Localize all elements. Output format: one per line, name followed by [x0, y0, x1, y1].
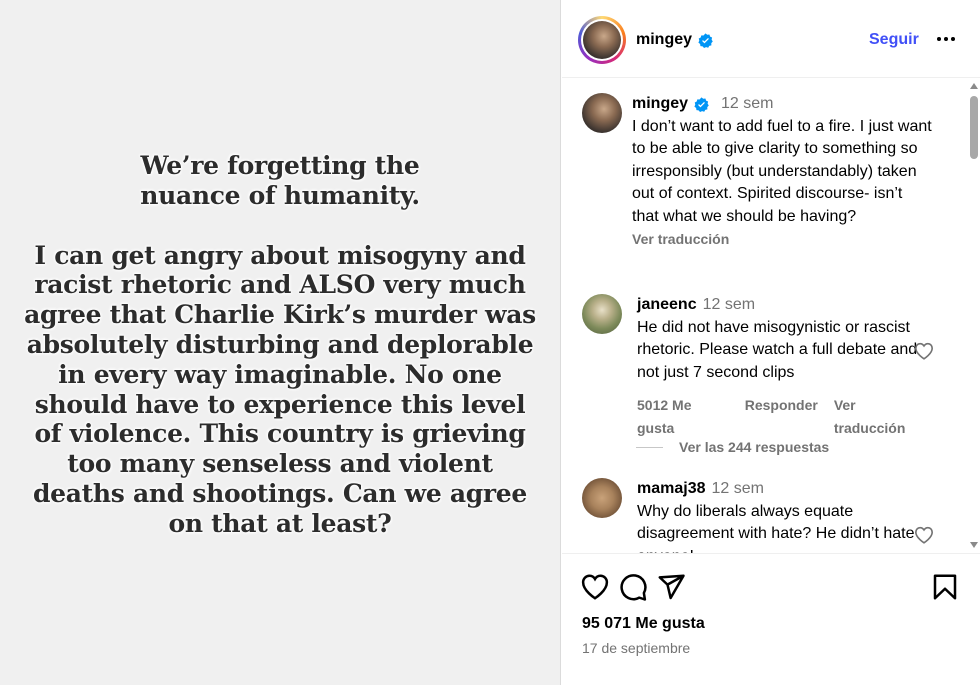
like-comment-icon[interactable] [914, 342, 934, 360]
scroll-thumb[interactable] [970, 96, 978, 159]
comment-icon[interactable] [618, 572, 648, 602]
share-icon[interactable] [656, 572, 686, 602]
comment-time[interactable]: 12 sem [712, 478, 764, 501]
verified-badge-icon [698, 32, 713, 48]
follow-button[interactable]: Seguir [869, 31, 919, 49]
post-image[interactable]: We’re forgetting the nuance of humanity.… [0, 0, 561, 685]
post-side-panel: mingey Seguir mingey 12 sem I don’t want… [562, 0, 980, 685]
reply-button[interactable]: Responder [745, 394, 818, 439]
caption-time[interactable]: 12 sem [721, 93, 773, 116]
image-text-body: I can get angry about misogyny and racis… [24, 240, 536, 538]
comments-scrollbar[interactable] [967, 79, 980, 553]
post-date[interactable]: 17 de septiembre [582, 640, 690, 656]
post-header: mingey Seguir [562, 0, 980, 78]
comment-text: He did not have misogynistic or rascist … [637, 318, 918, 381]
bookmark-icon[interactable] [930, 572, 960, 602]
image-text-heading: We’re forgetting the nuance of humanity. [140, 151, 420, 210]
view-replies-button[interactable]: Ver las 244 respuestas [636, 439, 829, 455]
post-likes-count[interactable]: 95 071 Me gusta [582, 615, 705, 633]
post-image-text: We’re forgetting the nuance of humanity.… [20, 151, 540, 539]
caption-username[interactable]: mingey [632, 93, 688, 116]
caption-text: I don’t want to add fuel to a fire. I ju… [632, 117, 932, 225]
author-username-row: mingey [636, 31, 713, 49]
comment-username[interactable]: mamaj38 [637, 478, 706, 501]
comment-text: Why do liberals always equate disagreeme… [637, 502, 915, 554]
author-username[interactable]: mingey [636, 31, 692, 49]
verified-badge-icon [694, 97, 709, 112]
author-avatar[interactable] [578, 16, 626, 64]
view-replies-label: Ver las 244 respuestas [679, 439, 830, 455]
comment-time[interactable]: 12 sem [703, 294, 755, 317]
caption-translate-link[interactable]: Ver traducción [632, 228, 729, 251]
comment-username[interactable]: janeenc [637, 294, 697, 317]
comment-likes[interactable]: 5012 Me gusta [637, 394, 729, 439]
scroll-down-arrow-icon[interactable] [970, 542, 978, 548]
post-actions-footer: 95 071 Me gusta 17 de septiembre [562, 553, 980, 685]
caption-author-avatar[interactable] [582, 93, 622, 133]
commenter-avatar[interactable] [582, 294, 622, 334]
heart-icon[interactable] [580, 572, 610, 602]
comments-list[interactable]: mingey 12 sem I don’t want to add fuel t… [562, 79, 980, 553]
scroll-up-arrow-icon[interactable] [970, 83, 978, 89]
comment-translate-link[interactable]: Ver traducción [834, 394, 927, 439]
more-options-icon[interactable] [933, 25, 959, 53]
replies-divider [636, 446, 663, 448]
like-comment-icon[interactable] [914, 526, 934, 544]
commenter-avatar[interactable] [582, 478, 622, 518]
